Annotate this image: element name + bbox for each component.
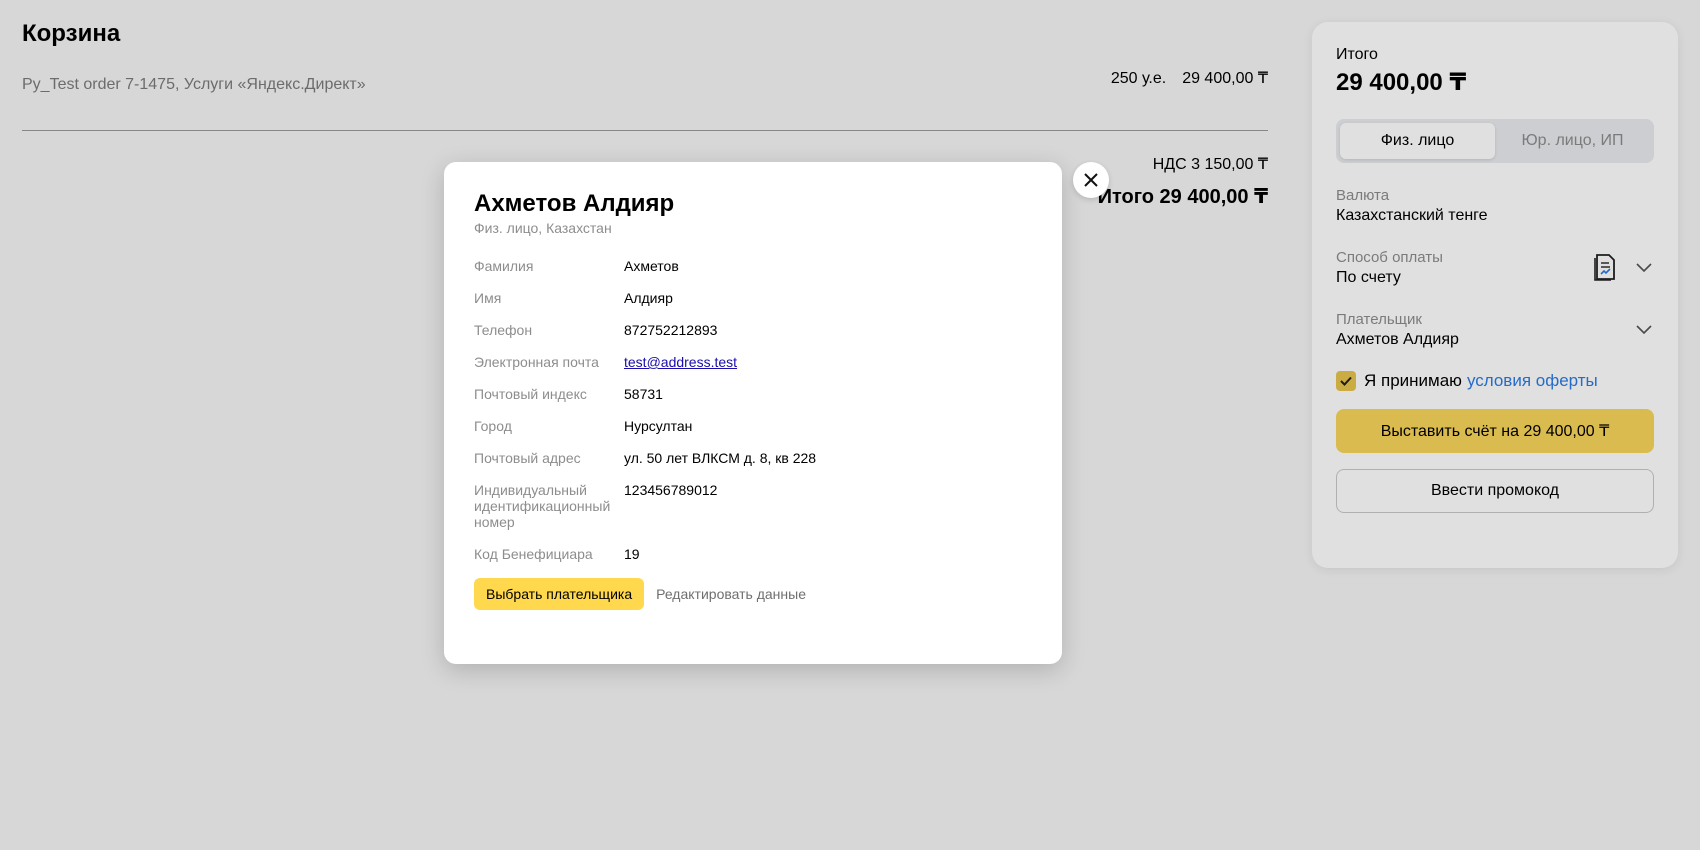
detail-label: Фамилия: [474, 258, 534, 274]
detail-label: Электронная почта: [474, 354, 599, 370]
detail-row-city: Город Нурсултан: [474, 418, 1032, 434]
detail-value: 872752212893: [624, 322, 718, 338]
detail-label: Телефон: [474, 322, 533, 338]
detail-value: ул. 50 лет ВЛКСМ д. 8, кв 228: [624, 450, 817, 466]
detail-value: 123456789012: [624, 482, 718, 498]
detail-label: Имя: [474, 290, 502, 306]
select-payer-button[interactable]: Выбрать плательщика: [474, 578, 645, 610]
detail-value: 58731: [624, 386, 663, 402]
detail-row-postal-code: Почтовый индекс 58731: [474, 386, 1032, 402]
detail-row-surname: Фамилия Ахметов: [474, 258, 1032, 274]
detail-row-iin: Индивидуальный идентификационный номер 1…: [474, 482, 1032, 530]
detail-label: Почтовый индекс: [474, 386, 587, 402]
detail-label: Код Бенефициара: [474, 546, 593, 562]
detail-row-name: Имя Алдияр: [474, 290, 1032, 306]
modal-subtitle: Физ. лицо, Казахстан: [474, 220, 612, 236]
detail-label: Почтовый адрес: [474, 450, 581, 466]
detail-row-beneficiary-code: Код Бенефициара 19: [474, 546, 1032, 562]
modal-close-button[interactable]: [1073, 162, 1109, 198]
detail-value: Алдияр: [624, 290, 673, 306]
close-icon: [1084, 173, 1098, 187]
detail-row-postal-address: Почтовый адрес ул. 50 лет ВЛКСМ д. 8, кв…: [474, 450, 1032, 466]
detail-value: Ахметов: [624, 258, 679, 274]
detail-row-email: Электронная почта test@address.test: [474, 354, 1032, 370]
modal-title: Ахметов Алдияр: [474, 190, 675, 217]
payer-details-list: Фамилия Ахметов Имя Алдияр Телефон 87275…: [474, 258, 1032, 562]
detail-row-phone: Телефон 872752212893: [474, 322, 1032, 338]
detail-label: Индивидуальный идентификационный номер: [474, 482, 611, 530]
email-link[interactable]: test@address.test: [624, 354, 737, 370]
detail-value: 19: [624, 546, 640, 562]
detail-label: Город: [474, 418, 512, 434]
edit-data-link[interactable]: Редактировать данные: [656, 586, 806, 602]
payer-details-modal: Ахметов Алдияр Физ. лицо, Казахстан Фами…: [444, 162, 1062, 664]
detail-value: Нурсултан: [624, 418, 693, 434]
modal-actions: Выбрать плательщика Редактировать данные: [474, 578, 1032, 610]
